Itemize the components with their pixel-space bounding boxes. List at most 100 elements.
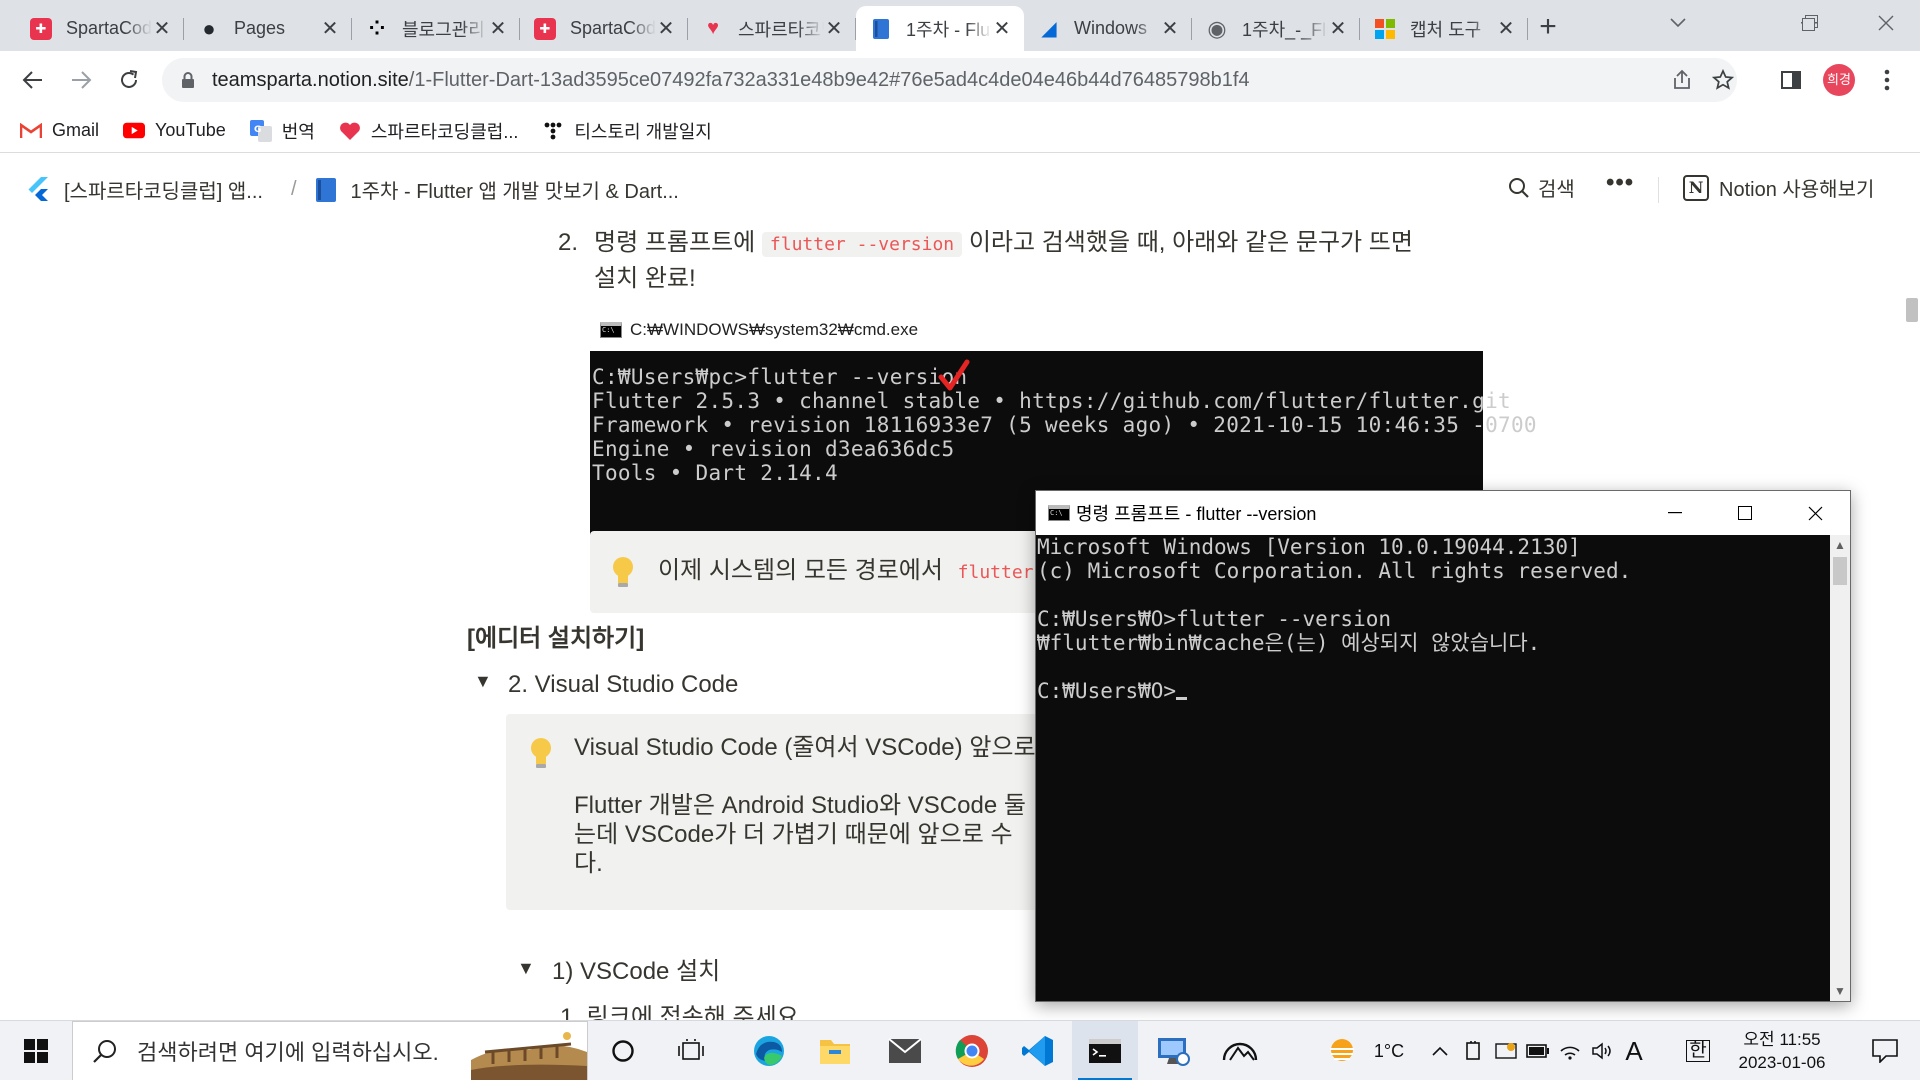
tab-close-icon[interactable]: ✕: [656, 19, 676, 39]
restore-window-icon[interactable]: [1790, 6, 1830, 40]
new-tab-button[interactable]: +: [1530, 10, 1566, 46]
notion-more-button[interactable]: •••: [1606, 169, 1634, 197]
taskbar-clock[interactable]: 오전 11:55 2023-01-06: [1716, 1028, 1848, 1074]
cmd-console-output[interactable]: Microsoft Windows [Version 10.0.19044.21…: [1036, 535, 1830, 1001]
toggle-vscode-install[interactable]: 1) VSCode 설치: [552, 954, 720, 990]
remote-desktop-taskbar-icon[interactable]: [1140, 1021, 1206, 1080]
bookmark-item[interactable]: YouTube: [123, 120, 226, 142]
flutter-icon: ◢: [1041, 18, 1057, 40]
browser-tab[interactable]: 캡처 도구 ✕: [1360, 6, 1528, 51]
start-button[interactable]: [0, 1021, 72, 1080]
browser-tab[interactable]: ⁘ 블로그관리 ✕: [352, 6, 520, 51]
kebab-menu-icon: [1884, 69, 1890, 91]
volume-icon[interactable]: [1586, 1021, 1618, 1080]
tab-search-chevron-icon[interactable]: [1650, 6, 1706, 40]
mail-taskbar-icon[interactable]: [872, 1021, 938, 1080]
notification-center-icon[interactable]: [1862, 1021, 1908, 1080]
chrome-taskbar-icon[interactable]: [939, 1021, 1005, 1080]
reload-button[interactable]: [110, 61, 148, 99]
cmd-close-button[interactable]: [1780, 491, 1850, 535]
tab-close-icon[interactable]: ✕: [992, 19, 1012, 39]
toggle-install-triangle-icon[interactable]: ▼: [517, 958, 535, 979]
callout-vscode: Visual Studio Code (줄여서 VSCode) 앞으로 Flut…: [506, 714, 1056, 910]
tab-close-icon[interactable]: ✕: [1160, 19, 1180, 39]
toggle-vscode-triangle-icon[interactable]: ▼: [474, 671, 492, 692]
notion-search-button[interactable]: 검색: [1508, 173, 1575, 202]
tab-close-icon[interactable]: ✕: [320, 19, 340, 39]
callout1-text: 이제 시스템의 모든 경로에서 flutter: [658, 553, 1042, 591]
tab-close-icon[interactable]: ✕: [152, 19, 172, 39]
battery-icon[interactable]: [1522, 1021, 1554, 1080]
search-icon: [1509, 177, 1529, 198]
cmd-scrollbar[interactable]: ▲ ▼: [1830, 535, 1850, 1001]
task-view-button[interactable]: [658, 1021, 724, 1080]
weather-icon[interactable]: [1322, 1021, 1362, 1080]
side-panel-icon: [1781, 71, 1801, 89]
cmd-titlebar[interactable]: C:\ 명령 프롬프트 - flutter --version: [1036, 491, 1850, 535]
vscode-taskbar-icon[interactable]: [1005, 1021, 1071, 1080]
bookmark-item[interactable]: Gmail: [20, 120, 99, 142]
cmd-image-line: C:₩Users₩pc>flutter --version: [592, 365, 968, 389]
close-window-icon[interactable]: [1860, 6, 1912, 40]
browser-tab[interactable]: ● Pages ✕: [184, 6, 352, 51]
forward-button[interactable]: [62, 61, 100, 99]
cmd-window[interactable]: C:\ 명령 프롬프트 - flutter --version Microsof…: [1035, 490, 1851, 1002]
temperature-label[interactable]: 1°C: [1366, 1021, 1412, 1080]
globe-icon: ◉: [1207, 15, 1227, 41]
file-explorer-taskbar-icon[interactable]: [802, 1021, 868, 1080]
scroll-down-arrow-icon[interactable]: ▼: [1830, 981, 1850, 1001]
browser-menu-button[interactable]: [1868, 61, 1906, 99]
breadcrumb-current[interactable]: 1주차 - Flutter 앱 개발 맛보기 & Dart...: [351, 175, 679, 204]
tistory-icon: ⁘: [368, 18, 386, 40]
bookmark-item[interactable]: G 번역: [249, 118, 315, 144]
scroll-up-arrow-icon[interactable]: ▲: [1830, 535, 1850, 555]
bookmark-item[interactable]: 스파르타코딩클럽...: [339, 118, 518, 144]
ime-language-indicator[interactable]: 한: [1682, 1021, 1714, 1080]
back-button[interactable]: [14, 61, 52, 99]
heart-icon: [339, 120, 361, 142]
browser-tab[interactable]: 1주차 - Flutter✕: [856, 6, 1024, 51]
security-tray-icon[interactable]: [1490, 1021, 1522, 1080]
cmd-taskbar-icon[interactable]: [1072, 1021, 1138, 1080]
toggle-vscode[interactable]: 2. Visual Studio Code: [508, 667, 738, 703]
scrollbar-thumb[interactable]: [1906, 298, 1918, 322]
browser-tab[interactable]: ✚ SpartaCodingClub✕: [520, 6, 688, 51]
ime-mode-indicator[interactable]: A: [1618, 1021, 1650, 1080]
wifi-icon[interactable]: [1554, 1021, 1586, 1080]
bookmark-star-icon[interactable]: [1710, 67, 1736, 93]
tab-close-icon[interactable]: ✕: [1328, 19, 1348, 39]
editor-heading: [에디터 설치하기]: [467, 625, 645, 652]
browser-tab[interactable]: ◢ Windows ✕: [1024, 6, 1192, 51]
browser-tab[interactable]: ✚ SpartaCodingClub✕: [16, 6, 184, 51]
profile-avatar[interactable]: 희경: [1823, 64, 1855, 96]
cmd-scroll-thumb[interactable]: [1833, 557, 1847, 585]
browser-tab[interactable]: ◉ 1주차_-_Flutter✕: [1192, 6, 1360, 51]
device-tray-icon[interactable]: [1458, 1021, 1490, 1080]
bookmark-item[interactable]: 티스토리 개발일지: [542, 118, 712, 144]
tab-close-icon[interactable]: ✕: [488, 19, 508, 39]
edge-taskbar-icon[interactable]: [736, 1021, 802, 1080]
taskbar-search-box[interactable]: 검색하려면 여기에 입력하십시오.: [72, 1021, 588, 1080]
photos-taskbar-icon[interactable]: [1207, 1021, 1273, 1080]
notion-scrollbar[interactable]: [1904, 225, 1920, 1020]
breadcrumb-parent[interactable]: [스파르타코딩클럽] 앱...: [64, 175, 263, 204]
callout2-line4: 다.: [574, 850, 603, 877]
ime-language-text: 한: [1686, 1040, 1710, 1062]
cmd-maximize-button[interactable]: [1710, 491, 1780, 535]
tab-close-icon[interactable]: ✕: [1496, 19, 1516, 39]
step2-text-before: 명령 프롬프트에: [594, 229, 756, 256]
url-text[interactable]: teamsparta.notion.site/1-Flutter-Dart-13…: [212, 69, 1250, 92]
lock-icon[interactable]: [178, 70, 198, 90]
translate-icon: G: [249, 119, 272, 142]
show-hidden-icons-chevron-icon[interactable]: [1424, 1021, 1456, 1080]
cortana-button[interactable]: [590, 1021, 656, 1080]
github-icon: ●: [202, 15, 216, 41]
browser-tab[interactable]: ♥ 스파르타코딩클럽✕: [688, 6, 856, 51]
tab-close-icon[interactable]: ✕: [824, 19, 844, 39]
try-notion-button[interactable]: N Notion 사용해보기: [1683, 173, 1874, 202]
side-panel-button[interactable]: [1772, 61, 1810, 99]
forward-arrow-icon: [72, 71, 92, 89]
address-bar[interactable]: teamsparta.notion.site/1-Flutter-Dart-13…: [162, 58, 1737, 102]
share-icon[interactable]: [1669, 67, 1695, 93]
cmd-minimize-button[interactable]: [1640, 491, 1710, 535]
